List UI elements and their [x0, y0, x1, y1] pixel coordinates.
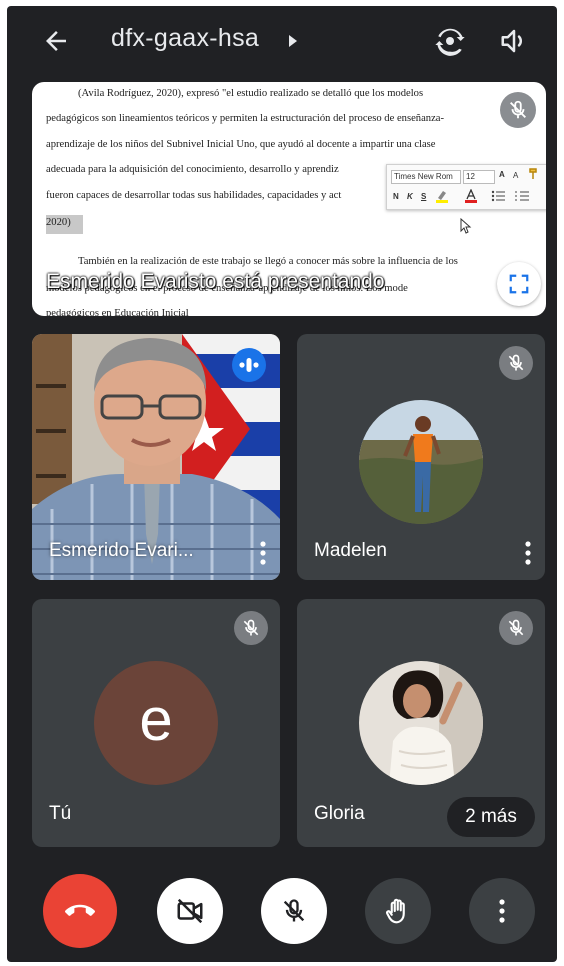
presenting-label: Esmerido Evaristo está presentando [46, 270, 385, 293]
muted-indicator [499, 346, 533, 380]
italic-button: K [407, 192, 413, 201]
participant-avatar [359, 400, 483, 524]
audio-level-icon [239, 358, 259, 372]
back-arrow-icon[interactable] [41, 26, 71, 56]
doc-line: También en la realización de este trabaj… [78, 256, 458, 267]
muted-indicator [499, 611, 533, 645]
more-options-vertical-icon[interactable] [523, 540, 533, 566]
participant-tile-gloria[interactable]: Gloria 2 más [297, 599, 545, 847]
doc-line: fueron capaces de desarrollar todas sus … [46, 190, 342, 201]
participant-tile-madelen[interactable]: Madelen [297, 334, 545, 580]
presenter-muted-indicator [500, 92, 536, 128]
bullet-list-icon [491, 190, 505, 202]
more-options-button[interactable] [469, 878, 535, 944]
raise-hand-icon [386, 898, 405, 924]
mic-off-icon [283, 899, 305, 922]
meet-app: dfx-gaax-hsa (Avila Rodríguez, 2020), ex… [7, 6, 557, 962]
font-name-box: Times New Rom [391, 170, 461, 184]
shrink-font-button: A [513, 171, 519, 180]
avatar-photo-image [359, 661, 483, 785]
format-painter-icon [529, 168, 537, 179]
participant-avatar [359, 661, 483, 785]
muted-indicator [234, 611, 268, 645]
numbered-list-icon [515, 191, 529, 201]
mic-off-icon [243, 619, 259, 636]
hang-up-icon [65, 904, 95, 916]
mic-off-icon [510, 100, 526, 119]
participant-tile-self[interactable]: e Tú [32, 599, 280, 847]
underline-button: S [421, 192, 427, 201]
mouse-cursor-icon [460, 218, 472, 234]
mic-off-icon [508, 619, 524, 636]
end-call-button[interactable] [43, 874, 117, 948]
camera-off-icon [177, 898, 203, 924]
participant-name: Gloria [314, 803, 365, 824]
self-avatar-initial: e [94, 661, 218, 785]
top-bar: dfx-gaax-hsa [7, 6, 557, 78]
participant-name: Tú [49, 803, 72, 824]
doc-line: (Avila Rodríguez, 2020), expresó "el est… [78, 88, 424, 99]
speaking-indicator [232, 348, 266, 382]
mic-off-icon [508, 354, 524, 371]
bold-button: N [393, 192, 399, 201]
font-color-icon [465, 189, 477, 203]
highlight-icon [436, 191, 448, 203]
fullscreen-icon [509, 274, 529, 294]
microphone-toggle-button[interactable] [261, 878, 327, 944]
font-size-box: 12 [463, 170, 495, 184]
participant-name: Esmerido Evari... [49, 540, 194, 561]
doc-line: pedagógicos en Educación Inicial [46, 308, 189, 316]
speaker-volume-icon[interactable] [499, 26, 529, 56]
fullscreen-button[interactable] [497, 262, 541, 306]
camera-toggle-button[interactable] [157, 878, 223, 944]
doc-line: adecuada para la adquisición del conocim… [46, 164, 339, 175]
raise-hand-button[interactable] [365, 878, 431, 944]
participant-name: Madelen [314, 540, 387, 561]
text-format-toolbar: Times New Rom 12 A A N K S [386, 164, 546, 210]
meeting-code[interactable]: dfx-gaax-hsa [111, 24, 259, 53]
more-participants-button[interactable]: 2 más [447, 797, 535, 837]
grow-font-button: A [499, 170, 505, 179]
switch-camera-icon[interactable] [434, 25, 466, 57]
meeting-details-arrow-icon[interactable] [289, 35, 297, 47]
more-options-vertical-icon[interactable] [258, 540, 268, 566]
participant-tile-esmerido[interactable]: Esmerido Evari... [32, 334, 280, 580]
doc-line: aprendizaje de los niños del Subnivel In… [46, 139, 436, 150]
more-vertical-icon [499, 899, 505, 923]
doc-line: pedagógicos son lineamientos teóricos y … [46, 113, 445, 124]
doc-line-highlighted: 2020) [46, 215, 83, 234]
avatar-photo-image [359, 400, 483, 524]
screen-share-presentation[interactable]: (Avila Rodríguez, 2020), expresó "el est… [32, 82, 546, 316]
